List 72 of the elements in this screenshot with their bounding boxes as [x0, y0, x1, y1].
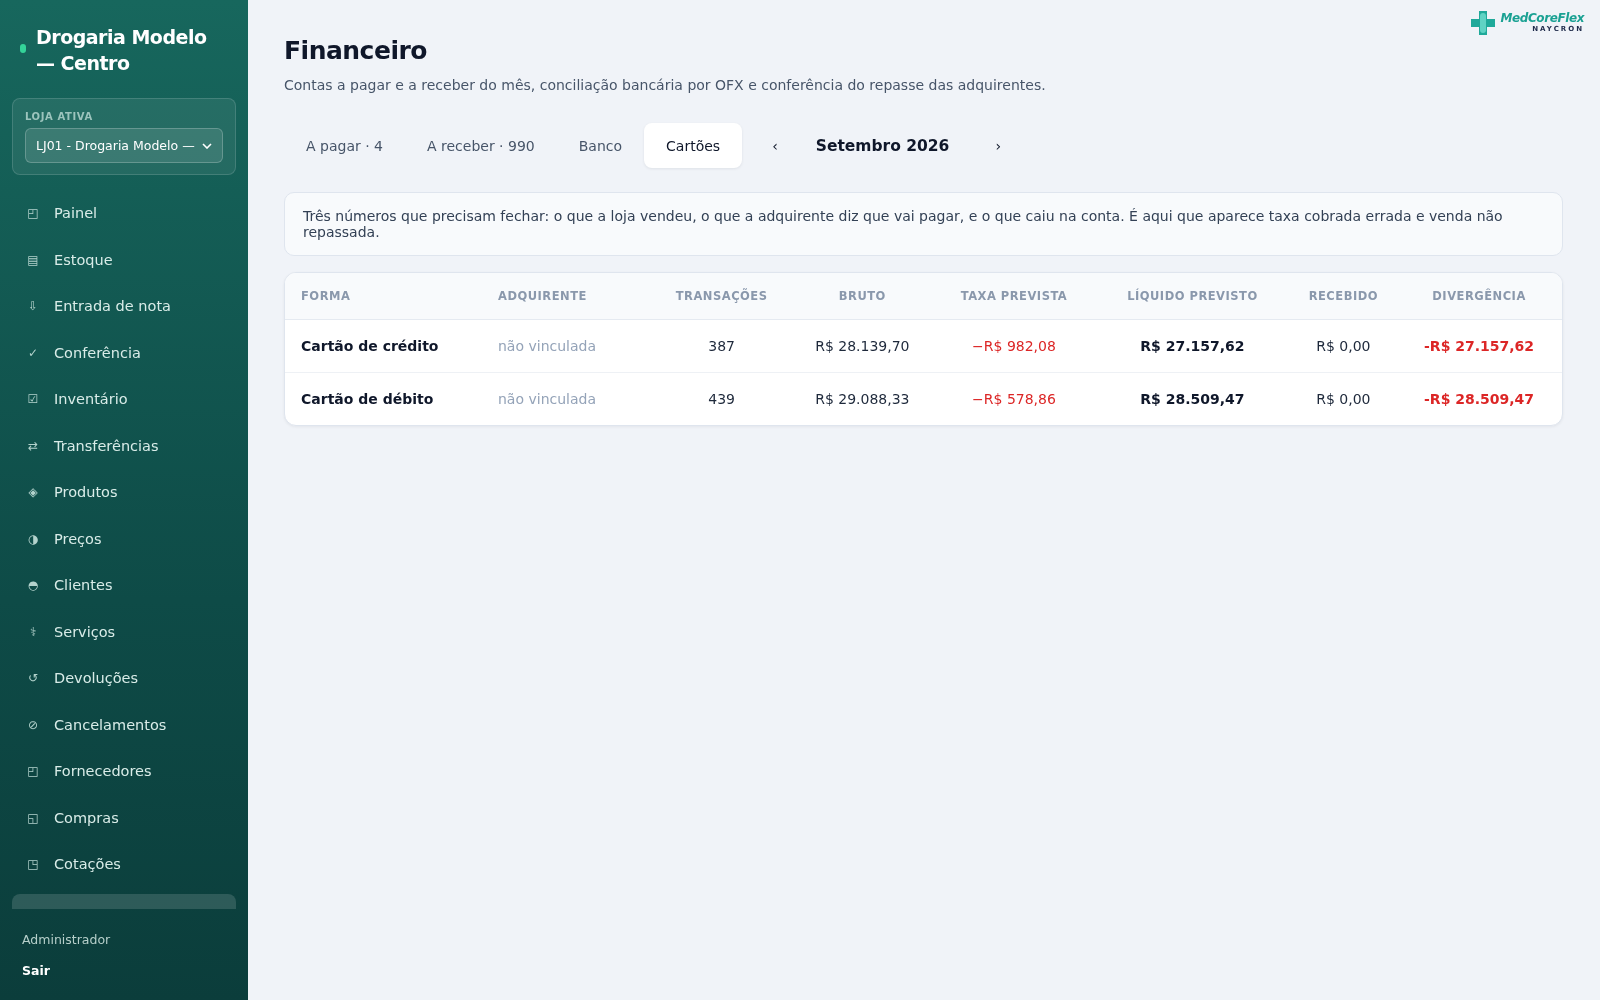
store-select[interactable]: LJ01 - Drogaria Modelo —: [25, 128, 223, 163]
table-cell: 387: [652, 319, 792, 373]
table-cell: não vinculada: [482, 319, 653, 373]
nav-icon: ◓: [27, 578, 39, 593]
nav-item[interactable]: ⇄ Transferências: [12, 422, 236, 469]
nav-icon: ↺: [27, 671, 39, 686]
store-name: Drogaria Modelo — Centro: [36, 25, 208, 76]
nav-item[interactable]: ◳ Cotações: [12, 841, 236, 888]
table-cell: R$ 0,00: [1290, 319, 1397, 373]
column-header: RECEBIDO: [1290, 273, 1397, 320]
nav-icon: ☑: [27, 392, 39, 407]
tab[interactable]: Cartões: [644, 123, 743, 168]
next-month-button[interactable]: ›: [983, 137, 1014, 154]
nav-icon: ◰: [27, 764, 39, 779]
table-cell: R$ 28.509,47: [1094, 372, 1291, 425]
nav-item[interactable]: ◰ Fornecedores: [12, 748, 236, 795]
table-cell: -R$ 27.157,62: [1396, 319, 1562, 373]
table-cell: R$ 28.139,70: [791, 319, 934, 373]
nav-icon: ▤: [27, 252, 39, 267]
table-cell: R$ 29.088,33: [791, 372, 934, 425]
table-cell: R$ 27.157,62: [1094, 319, 1291, 373]
logout-link[interactable]: Sair: [22, 963, 226, 978]
nav-item[interactable]: ⚕ Serviços: [12, 608, 236, 655]
table-cell: não vinculada: [482, 372, 653, 425]
nav-icon: ⊘: [27, 717, 39, 732]
logo-wordmark: MedCoreFlex: [1500, 12, 1584, 25]
nav-item[interactable]: ◈ Produtos: [12, 469, 236, 516]
column-header: BRUTO: [791, 273, 934, 320]
nav-item[interactable]: ◱ Compras: [12, 794, 236, 841]
page-title: Financeiro: [284, 36, 428, 65]
nav-item[interactable]: ◑ Preços: [12, 515, 236, 562]
nav-item[interactable]: ↺ Devoluções: [12, 655, 236, 702]
column-header: ADQUIRENTE: [482, 273, 653, 320]
column-header: DIVERGÊNCIA: [1396, 273, 1562, 320]
tab[interactable]: A pagar · 4: [284, 123, 405, 168]
tab[interactable]: Banco: [556, 123, 645, 168]
nav-item[interactable]: ☑ Inventário: [12, 376, 236, 423]
nav-icon: ◳: [27, 857, 39, 872]
table-cell: Cartão de crédito: [285, 319, 482, 373]
nav-item[interactable]: ⇩ Entrada de nota: [12, 283, 236, 330]
store-label: LOJA ATIVA: [25, 111, 94, 122]
table-cell: R$ 0,00: [1290, 372, 1397, 425]
nav-icon: ⚕: [27, 624, 39, 639]
nav-icon: ◱: [27, 810, 39, 825]
month-label: Setembro 2026: [815, 136, 950, 155]
column-header: LÍQUIDO PREVISTO: [1094, 273, 1291, 320]
column-header: TRANSAÇÕES: [652, 273, 792, 320]
previous-month-button[interactable]: ‹: [760, 137, 790, 154]
nav-icon: ✓: [27, 345, 39, 360]
chevron-down-icon: [202, 142, 212, 149]
medical-cross-icon: [1470, 10, 1497, 36]
nav-item[interactable]: ⊘ Cancelamentos: [12, 701, 236, 748]
page-subtitle: Contas a pagar e a receber do mês, conciliação bancária por OFX e conferência do repasse das adquirentes.: [284, 77, 1047, 93]
table-cell: −R$ 982,08: [933, 319, 1095, 373]
nav-icon: ⇄: [27, 438, 39, 453]
nav-item[interactable]: ◓ Clientes: [12, 562, 236, 609]
info-notice: Três números que precisam fechar: o que a loja vendeu, o que a adquirente diz que vai pagar, e o que caiu na conta. É aqui que aparece taxa cobrada errada e venda não repassada.: [284, 192, 1563, 256]
table-cell: 439: [652, 372, 792, 425]
table-cell: -R$ 28.509,47: [1396, 372, 1562, 425]
nav-icon: ◑: [27, 531, 39, 546]
nav-item[interactable]: ◰ Painel: [12, 190, 236, 237]
column-header: TAXA PREVISTA: [933, 273, 1095, 320]
tab[interactable]: A receber · 990: [405, 123, 557, 168]
nav-item[interactable]: ▤ Estoque: [12, 236, 236, 283]
column-header: FORMA: [285, 273, 482, 320]
nav-icon: ◈: [27, 485, 39, 500]
user-role: Administrador: [22, 932, 112, 947]
nav-icon: ⇩: [27, 299, 39, 314]
nav-item[interactable]: ✓ Conferência: [12, 329, 236, 376]
nav-icon: ◰: [27, 206, 39, 221]
table-cell: −R$ 578,86: [933, 372, 1095, 425]
table-cell: Cartão de débito: [285, 372, 482, 425]
